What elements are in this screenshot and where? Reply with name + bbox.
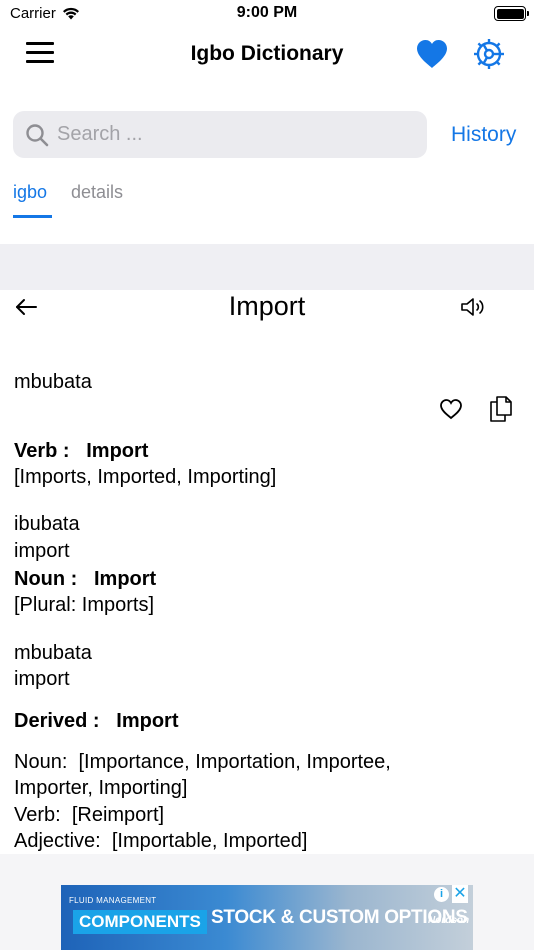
ad-info-icon[interactable]: i (434, 887, 449, 902)
search-box[interactable] (13, 111, 427, 158)
igbo-translation: mbubata (14, 642, 92, 664)
ad-close-icon[interactable]: ✕ (452, 885, 468, 903)
derived-noun-values: [Importance, Importation, Importee, (78, 751, 391, 773)
noun-heading: Noun : Import (14, 566, 156, 592)
heart-outline-icon[interactable] (439, 398, 463, 420)
english-word: import (14, 668, 70, 690)
derived-label: Derived : (14, 710, 100, 732)
derived-noun-values-cont: Importer, Importing] (14, 777, 188, 799)
app-title: Igbo Dictionary (190, 42, 344, 65)
derived-heading: Derived : Import (14, 708, 178, 734)
status-time: 9:00 PM (236, 4, 298, 21)
word-title: Import (228, 291, 306, 321)
ad-banner[interactable]: FLUID MANAGEMENT COMPONENTS STOCK & CUST… (61, 885, 473, 950)
history-button[interactable]: History (451, 123, 516, 147)
search-icon (26, 124, 49, 147)
section-divider (0, 244, 534, 290)
ad-pill-text: COMPONENTS (73, 910, 207, 934)
speaker-icon[interactable] (459, 295, 487, 319)
noun-forms: [Plural: Imports] (14, 594, 155, 616)
derived-adjective-line: Adjective: [Importable, Imported] (14, 828, 308, 854)
igbo-translation: mbubata (14, 371, 92, 393)
derived-verb-label: Verb: (14, 804, 61, 826)
tab-details[interactable]: details (71, 182, 123, 203)
english-word: import (14, 540, 70, 562)
verb-heading: Verb : Import (14, 438, 148, 464)
derived-verb-values: [Reimport] (71, 804, 165, 826)
copy-icon[interactable] (489, 395, 513, 423)
active-tab-indicator (13, 215, 52, 218)
pos-word: Import (93, 568, 157, 590)
derived-adjective-label: Adjective: (14, 830, 101, 852)
nav-bar: Igbo Dictionary (0, 28, 534, 82)
tab-igbo[interactable]: igbo (13, 182, 47, 203)
derived-verb-line: Verb: [Reimport] (14, 802, 164, 828)
verb-forms: [Imports, Imported, Importing] (14, 466, 277, 488)
derived-noun-line: Noun: [Importance, Importation, Importee… (14, 749, 391, 775)
derived-word: Import (116, 710, 179, 732)
ad-top-text: FLUID MANAGEMENT (69, 896, 157, 905)
favorites-heart-icon[interactable] (415, 38, 449, 70)
battery-icon (494, 6, 529, 21)
pos-label: Verb : (14, 440, 70, 462)
derived-adjective-values: [Importable, Imported] (111, 830, 308, 852)
search-input[interactable] (55, 111, 415, 158)
derived-noun-label: Noun: (14, 751, 68, 773)
igbo-translation: ibubata (14, 513, 80, 535)
pos-label: Noun : (14, 568, 78, 590)
settings-gear-icon[interactable] (472, 37, 506, 71)
status-bar: Carrier 9:00 PM (0, 0, 534, 28)
pos-word: Import (86, 440, 149, 462)
ad-logo: Nordson (428, 915, 470, 926)
